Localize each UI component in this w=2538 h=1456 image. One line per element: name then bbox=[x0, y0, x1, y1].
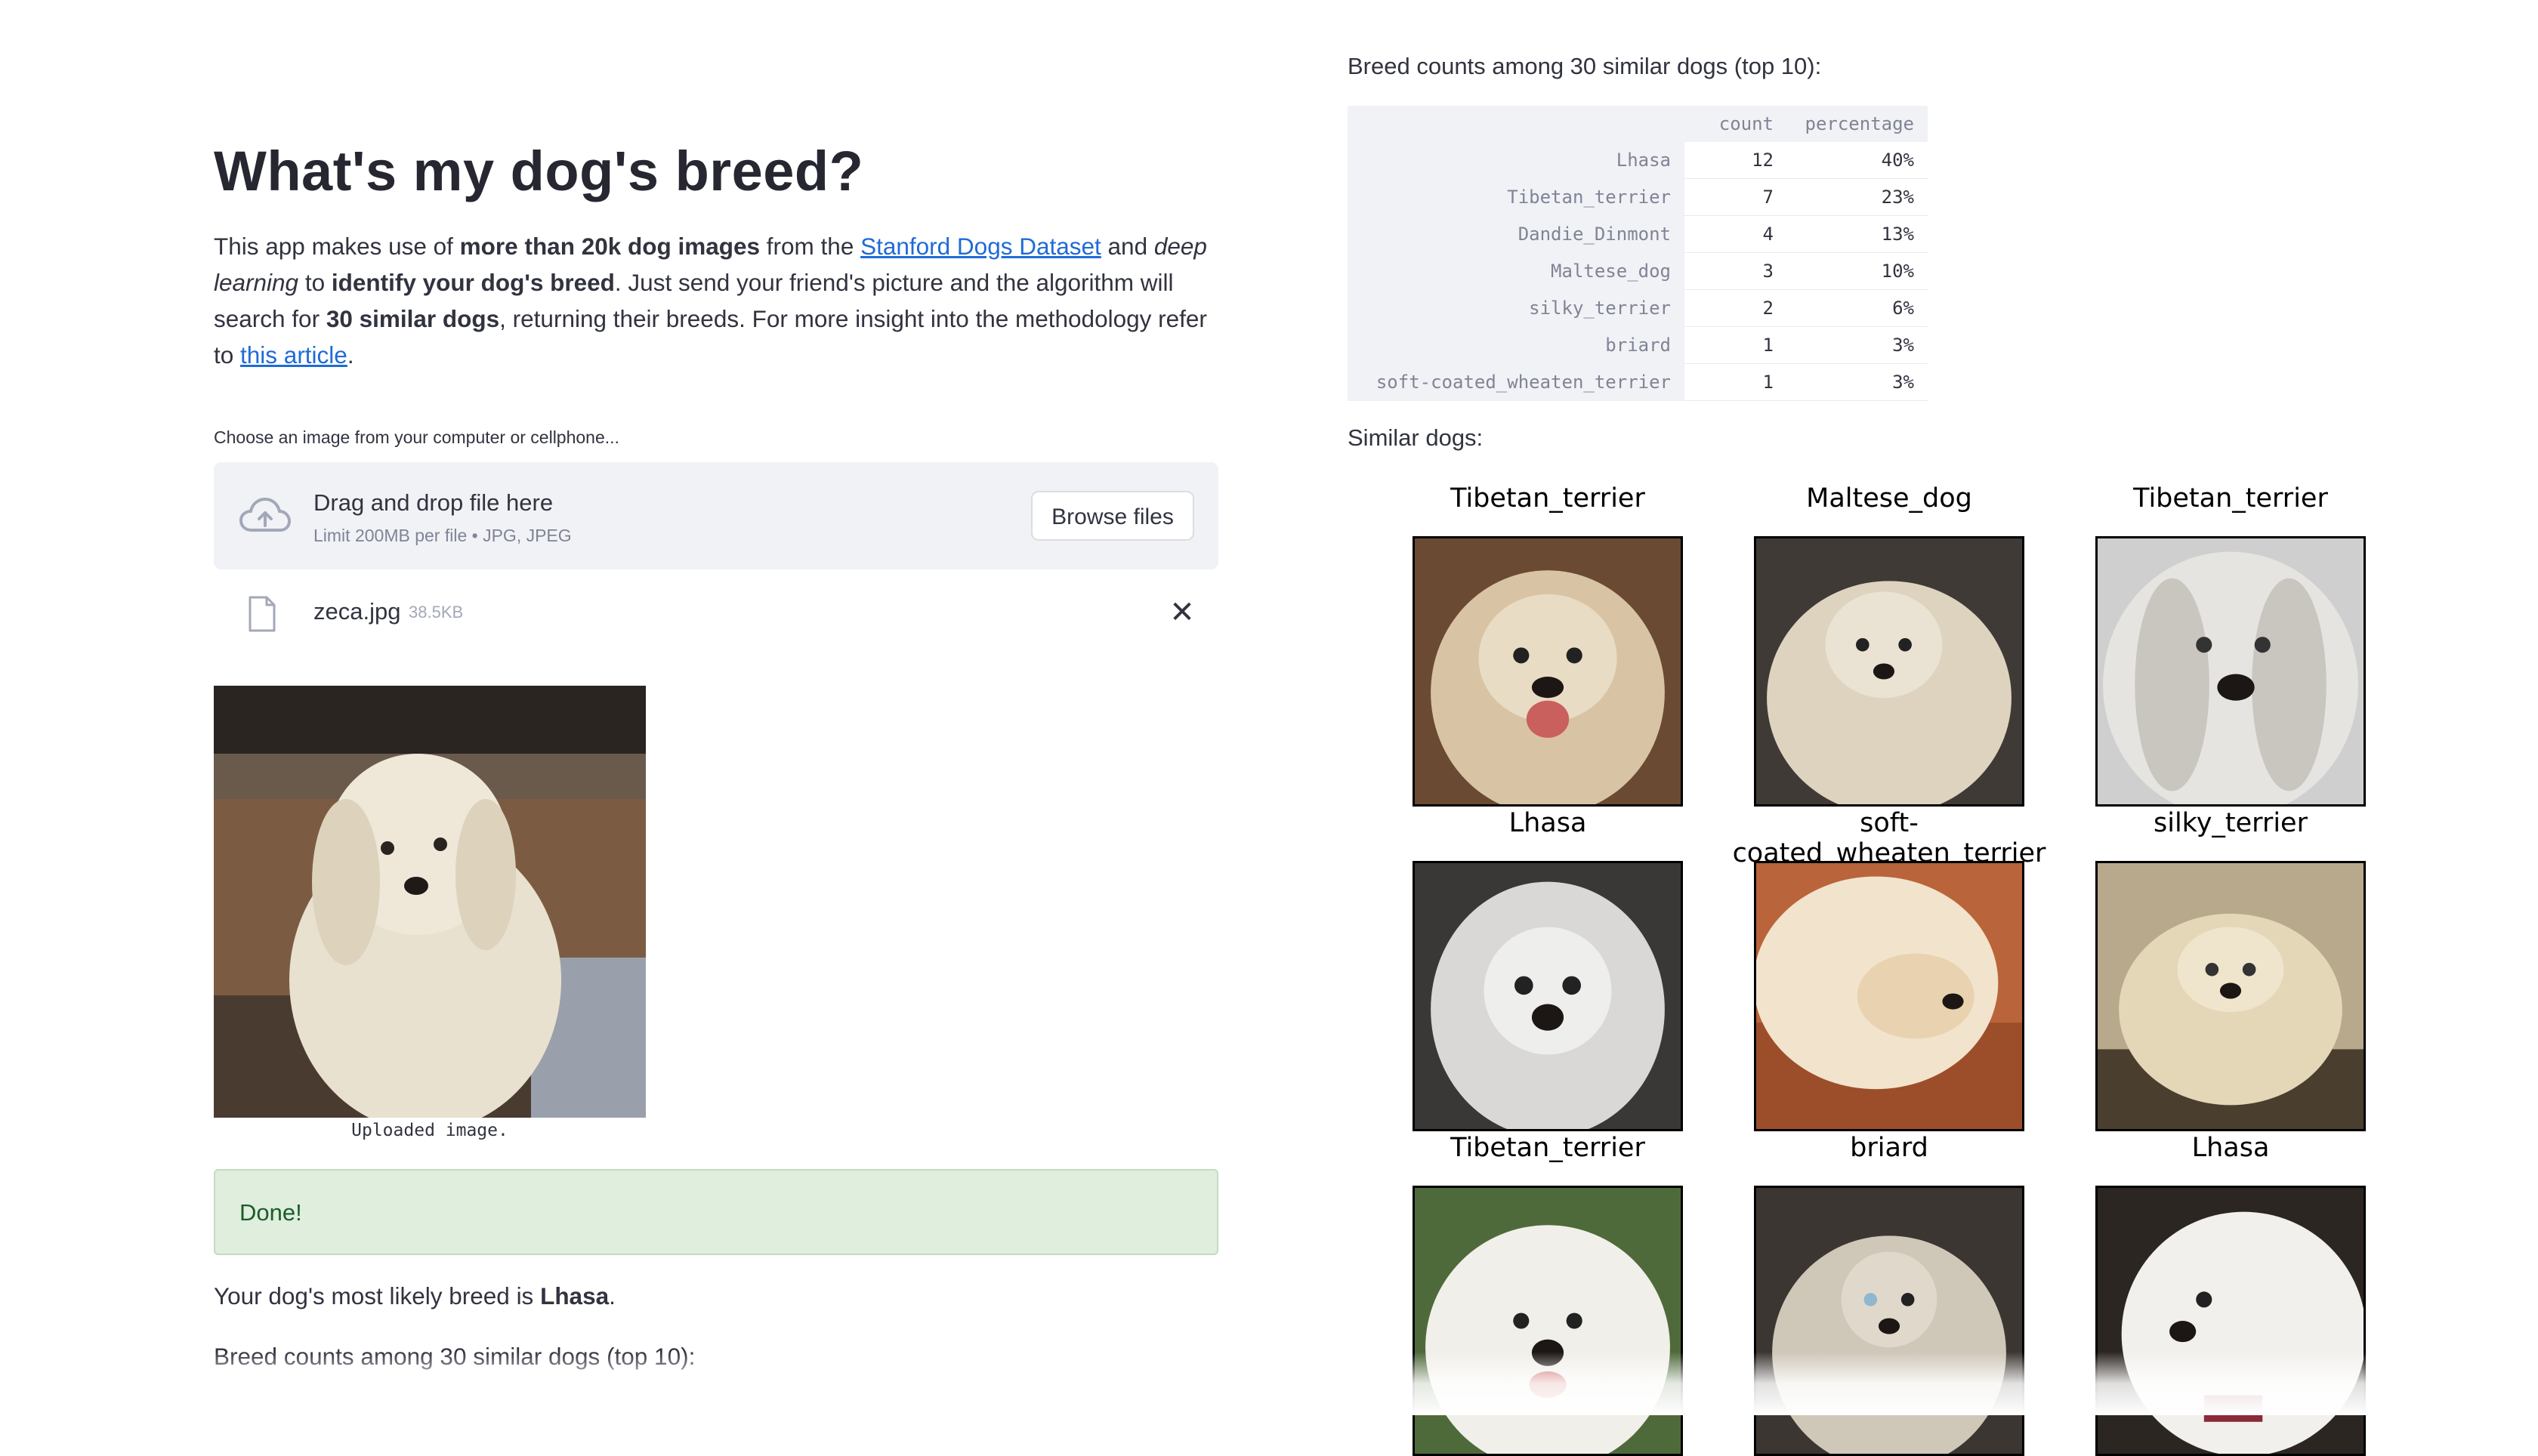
similar-dog-breed: briard bbox=[1850, 1133, 1928, 1163]
table-row: silky_terrier 2 6% bbox=[1348, 289, 1928, 327]
row-breed: soft-coated_wheaten_terrier bbox=[1348, 363, 1684, 401]
success-alert: Done! bbox=[214, 1169, 1218, 1255]
breed-counts-heading: Breed counts among 30 similar dogs (top … bbox=[1348, 53, 1822, 79]
row-percentage: 40% bbox=[1787, 142, 1928, 179]
dropzone-limit: Limit 200MB per file • JPG, JPEG bbox=[313, 526, 572, 545]
table-header-percentage: percentage bbox=[1787, 106, 1928, 142]
main-column: What's my dog's breed? This app makes us… bbox=[214, 0, 1218, 1415]
similar-dog-breed: Lhasa bbox=[2191, 1133, 2270, 1163]
stanford-dataset-link[interactable]: Stanford Dogs Dataset bbox=[860, 233, 1101, 260]
table-row: Tibetan_terrier 7 23% bbox=[1348, 178, 1928, 216]
row-percentage: 13% bbox=[1787, 215, 1928, 253]
uploader-label: Choose an image from your computer or ce… bbox=[214, 427, 619, 447]
page-title: What's my dog's breed? bbox=[214, 140, 864, 202]
results-column: Breed counts among 30 similar dogs (top … bbox=[1348, 0, 2420, 1456]
result-text: Your dog's most likely breed is Lhasa. bbox=[214, 1282, 616, 1309]
file-icon bbox=[249, 596, 276, 632]
uploaded-file-row: zeca.jpg 38.5KB ✕ bbox=[214, 585, 1218, 642]
similar-dog-photo bbox=[2095, 536, 2366, 807]
row-breed: Dandie_Dinmont bbox=[1348, 215, 1684, 253]
row-percentage: 6% bbox=[1787, 289, 1928, 327]
similar-dog-photo bbox=[1754, 1186, 2024, 1456]
similar-dog-photo bbox=[1754, 536, 2024, 807]
row-count: 1 bbox=[1684, 363, 1787, 401]
browse-files-button[interactable]: Browse files bbox=[1031, 491, 1194, 541]
similar-dog-breed: Maltese_dog bbox=[1806, 483, 1972, 514]
uploaded-dog-image bbox=[214, 686, 646, 1118]
row-count: 12 bbox=[1684, 142, 1787, 179]
row-percentage: 23% bbox=[1787, 178, 1928, 216]
similar-dog-photo bbox=[1754, 861, 2024, 1131]
predicted-breed: Lhasa bbox=[540, 1282, 610, 1309]
table-row: soft-coated_wheaten_terrier 1 3% bbox=[1348, 363, 1928, 401]
table-header-row: count percentage bbox=[1348, 106, 1928, 142]
success-message: Done! bbox=[239, 1199, 302, 1226]
similar-dogs-label: Similar dogs: bbox=[1348, 424, 1484, 451]
similar-dog-breed: Lhasa bbox=[1508, 808, 1587, 838]
intro-bold-similar: 30 similar dogs bbox=[326, 305, 500, 332]
table-header-count: count bbox=[1684, 106, 1787, 142]
intro-paragraph: This app makes use of more than 20k dog … bbox=[214, 233, 1207, 369]
similar-dog-breed: Tibetan_terrier bbox=[2133, 483, 2328, 514]
row-breed: Lhasa bbox=[1348, 142, 1684, 179]
similar-dog-photo bbox=[1413, 536, 1683, 807]
table-row: Dandie_Dinmont 4 13% bbox=[1348, 215, 1928, 253]
similar-dog-breed: soft-coated_wheaten_terrier bbox=[1732, 808, 2046, 868]
row-count: 4 bbox=[1684, 215, 1787, 253]
intro-bold-identify: identify your dog's breed bbox=[331, 269, 615, 296]
table-row: briard 1 3% bbox=[1348, 326, 1928, 364]
similar-dogs-grid: Tibetan_terrier Maltese_dog Tibetan_terr… bbox=[1378, 483, 2420, 1456]
table-row: Lhasa 12 40% bbox=[1348, 142, 1928, 179]
this-article-link[interactable]: this article bbox=[240, 341, 347, 369]
file-size: 38.5KB bbox=[409, 603, 464, 622]
similar-dog-breed: Tibetan_terrier bbox=[1450, 1133, 1645, 1163]
similar-dog-photo bbox=[2095, 861, 2366, 1131]
similar-dog-breed: silky_terrier bbox=[2154, 808, 2308, 838]
file-dropzone[interactable]: Drag and drop file here Limit 200MB per … bbox=[214, 462, 1218, 569]
row-count: 2 bbox=[1684, 289, 1787, 327]
row-count: 1 bbox=[1684, 326, 1787, 364]
row-breed: Tibetan_terrier bbox=[1348, 178, 1684, 216]
row-count: 7 bbox=[1684, 178, 1787, 216]
row-breed: silky_terrier bbox=[1348, 289, 1684, 327]
table-index-header bbox=[1348, 106, 1684, 142]
similar-dog-breed: Tibetan_terrier bbox=[1450, 483, 1645, 514]
row-breed: briard bbox=[1348, 326, 1684, 364]
row-breed: Maltese_dog bbox=[1348, 252, 1684, 290]
similar-dog-photo bbox=[1413, 1186, 1683, 1456]
similar-dog-photo bbox=[2095, 1186, 2366, 1456]
row-count: 3 bbox=[1684, 252, 1787, 290]
table-row: Maltese_dog 3 10% bbox=[1348, 252, 1928, 290]
row-percentage: 3% bbox=[1787, 326, 1928, 364]
close-icon[interactable]: ✕ bbox=[1167, 594, 1197, 631]
bottom-fade bbox=[0, 1352, 2538, 1415]
uploaded-image-caption: Uploaded image. bbox=[351, 1121, 508, 1140]
cloud-upload-icon bbox=[239, 497, 292, 532]
row-percentage: 3% bbox=[1787, 363, 1928, 401]
breed-counts-table: count percentage Lhasa 12 40% Tibetan_te… bbox=[1348, 106, 1928, 401]
row-percentage: 10% bbox=[1787, 252, 1928, 290]
dropzone-instruction: Drag and drop file here bbox=[313, 489, 554, 516]
file-name: zeca.jpg bbox=[313, 598, 401, 625]
intro-bold-images: more than 20k dog images bbox=[459, 233, 761, 260]
similar-dog-photo bbox=[1413, 861, 1683, 1131]
